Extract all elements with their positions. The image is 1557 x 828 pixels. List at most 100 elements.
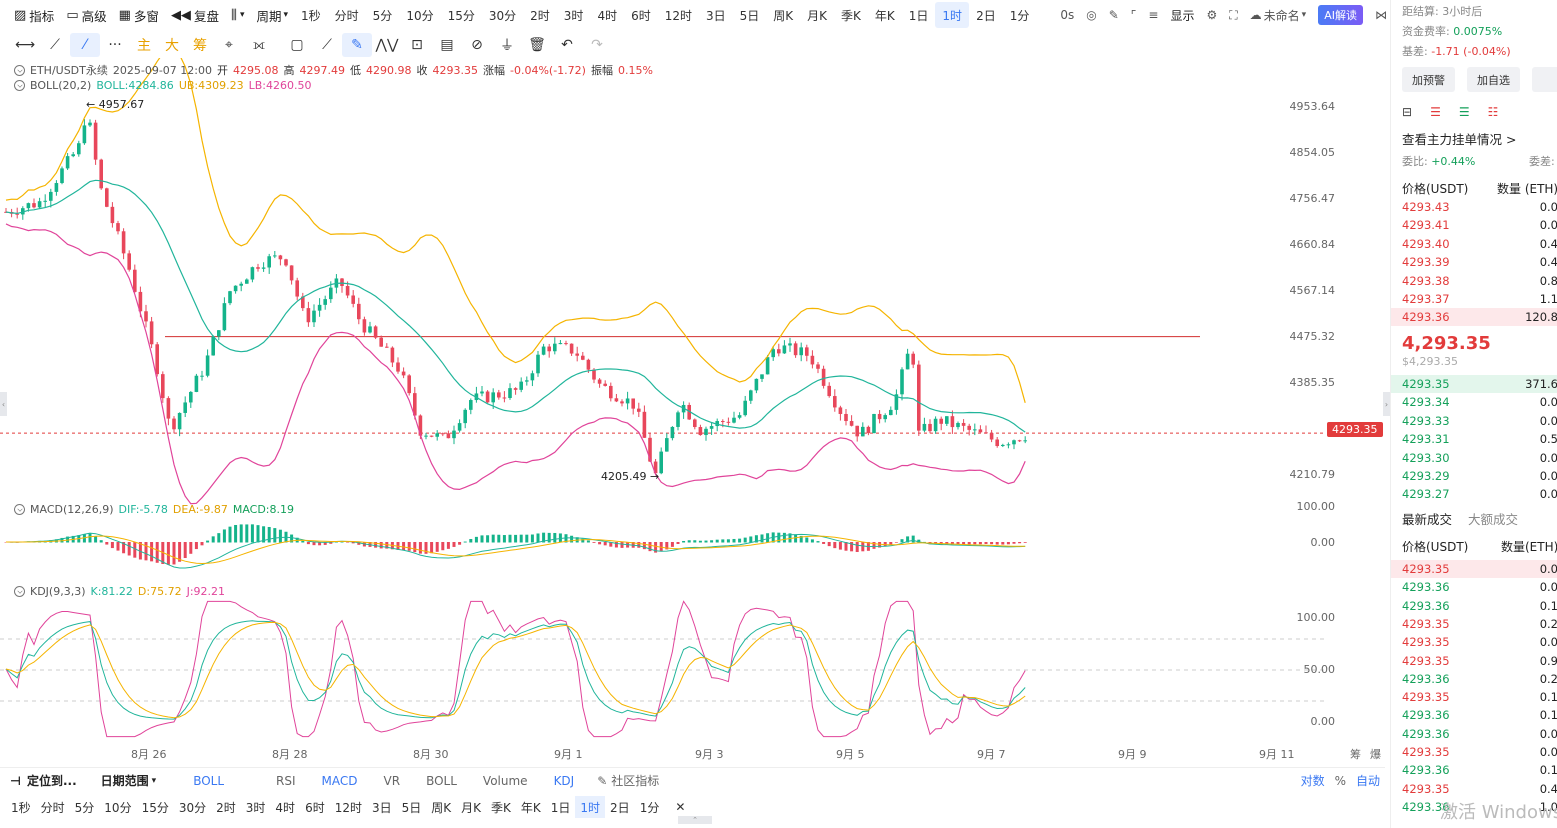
tab-large-trades[interactable]: 大额成交 [1468, 509, 1518, 528]
interval-9[interactable]: 6时 [624, 2, 658, 28]
bottom-interval-3[interactable]: 10分 [99, 796, 136, 818]
interval-1[interactable]: 分时 [328, 2, 366, 28]
tab-latest-trades[interactable]: 最新成交 [1402, 509, 1452, 528]
interval-2[interactable]: 5分 [366, 2, 400, 28]
eye-icon[interactable] [14, 586, 25, 597]
bottom-interval-14[interactable]: 月K [456, 796, 486, 818]
bids-row[interactable]: 4293.27 0.0 [1391, 485, 1557, 503]
bottom-interval-12[interactable]: 5日 [397, 796, 427, 818]
indicator-tab-1[interactable]: RSI [263, 774, 309, 788]
big-order-button[interactable]: 大 [158, 33, 186, 57]
highlighter-icon[interactable]: ✎ [342, 33, 372, 57]
interval-12[interactable]: 5日 [733, 2, 767, 28]
book-both-icon[interactable]: ⊟ [1402, 105, 1412, 119]
interval-14[interactable]: 月K [800, 2, 834, 28]
bottom-interval-2[interactable]: 5分 [70, 796, 100, 818]
interval-16[interactable]: 年K [868, 2, 902, 28]
crop-icon[interactable]: ⌜ [1125, 8, 1143, 22]
bids-row[interactable]: 4293.30 0.0 [1391, 449, 1557, 467]
main-orders-link[interactable]: 查看主力挂单情况 > [1402, 129, 1516, 148]
book-asks-icon[interactable]: ☰ [1430, 105, 1441, 119]
bottom-interval-9[interactable]: 6时 [300, 796, 330, 818]
add-watchlist-button[interactable]: 加自选 [1467, 67, 1520, 92]
asks-row[interactable]: 4293.39 0.4 [1391, 253, 1557, 271]
display-button[interactable]: 显示 [1164, 7, 1200, 24]
chart-type-button[interactable]: ⫼ ▾ [225, 2, 251, 28]
interval-18[interactable]: 1时 [935, 2, 970, 28]
lock-icon[interactable]: ⊡ [402, 33, 432, 57]
bids-row[interactable]: 4293.33 0.0 [1391, 412, 1557, 430]
settings-icon[interactable]: ⚙ [1200, 8, 1223, 22]
asks-row[interactable]: 4293.38 0.8 [1391, 272, 1557, 290]
bottom-interval-5[interactable]: 30分 [174, 796, 211, 818]
asks-row[interactable]: 4293.41 0.0 [1391, 216, 1557, 234]
interval-20[interactable]: 1分 [1003, 2, 1037, 28]
indicator-tab-0[interactable]: BOLL [180, 774, 237, 788]
bottom-interval-6[interactable]: 2时 [211, 796, 241, 818]
indicator-tab-2[interactable]: MACD [309, 774, 371, 788]
interval-7[interactable]: 3时 [557, 2, 591, 28]
bottom-interval-17[interactable]: 1日 [546, 796, 576, 818]
measure-icon[interactable]: ⟗ [244, 33, 274, 57]
bids-row[interactable]: 4293.31 0.5 [1391, 430, 1557, 448]
interval-15[interactable]: 季K [834, 2, 868, 28]
more-tools-icon[interactable]: ··· [100, 33, 130, 57]
bottom-interval-15[interactable]: 季K [486, 796, 516, 818]
eye-icon[interactable] [14, 504, 25, 515]
more-button[interactable] [1532, 67, 1557, 92]
bottom-collapse-handle[interactable]: ⌃ [678, 816, 712, 824]
magnet-icon[interactable]: ⌖ [214, 33, 244, 57]
eraser-icon[interactable]: ⊘ [462, 33, 492, 57]
chip-axis-label[interactable]: 筹 [1350, 746, 1361, 762]
bids-row[interactable]: 4293.35 371.6 [1391, 375, 1557, 393]
trend-line-icon[interactable]: ⁄ [70, 33, 100, 57]
asks-row[interactable]: 4293.40 0.4 [1391, 235, 1557, 253]
asks-row[interactable]: 4293.36 120.8 [1391, 308, 1557, 327]
bids-row[interactable]: 4293.29 0.0 [1391, 467, 1557, 485]
advanced-button[interactable]: ▭ 高级 [60, 2, 112, 28]
bottom-interval-4[interactable]: 15分 [137, 796, 174, 818]
community-indicators-button[interactable]: ✎ 社区指标 [587, 772, 669, 789]
layout-name-button[interactable]: ☁ 未命名 ▾ [1244, 7, 1313, 24]
close-icon[interactable]: ✕ [670, 796, 690, 818]
note-icon[interactable]: ▤ [432, 33, 462, 57]
bottom-interval-18[interactable]: 1时 [575, 796, 606, 818]
bottom-interval-11[interactable]: 3日 [367, 796, 397, 818]
eye-icon[interactable] [14, 64, 25, 76]
bottom-interval-19[interactable]: 2日 [605, 796, 635, 818]
interval-4[interactable]: 15分 [441, 2, 482, 28]
indicator-tab-4[interactable]: BOLL [413, 774, 470, 788]
ray-icon[interactable]: ⟋ [40, 33, 70, 57]
trash-icon[interactable]: 🗑 [522, 33, 552, 57]
interval-13[interactable]: 周K [766, 2, 800, 28]
book-list-icon[interactable]: ☷ [1488, 105, 1499, 119]
bottom-interval-0[interactable]: 1秒 [6, 796, 36, 818]
period-button[interactable]: 周期 ▾ [250, 2, 294, 28]
indicator-tab-6[interactable]: KDJ [541, 774, 588, 788]
locate-button[interactable]: ⊣ 定位到... [0, 772, 87, 789]
asks-row[interactable]: 4293.43 0.0 [1391, 198, 1557, 216]
horizontal-line-icon[interactable]: ⟷ [10, 33, 40, 57]
bottom-interval-8[interactable]: 4时 [270, 796, 300, 818]
bottom-interval-1[interactable]: 分时 [36, 796, 70, 818]
interval-10[interactable]: 12时 [658, 2, 699, 28]
interval-3[interactable]: 10分 [399, 2, 440, 28]
interval-19[interactable]: 2日 [969, 2, 1003, 28]
replay-button[interactable]: ◀◀ 复盘 [165, 2, 225, 28]
bottom-interval-10[interactable]: 12时 [330, 796, 367, 818]
interval-6[interactable]: 2时 [523, 2, 557, 28]
main-force-button[interactable]: 主 [130, 33, 158, 57]
asks-row[interactable]: 4293.37 1.1 [1391, 290, 1557, 308]
chart-canvas[interactable] [0, 58, 1385, 766]
log-scale-toggle[interactable]: 对数 [1296, 772, 1330, 789]
chip-button[interactable]: 筹 [186, 33, 214, 57]
interval-8[interactable]: 4时 [590, 2, 624, 28]
bottom-interval-7[interactable]: 3时 [241, 796, 271, 818]
interval-5[interactable]: 30分 [482, 2, 523, 28]
indicator-tab-3[interactable]: VR [371, 774, 414, 788]
interval-11[interactable]: 3日 [699, 2, 733, 28]
multi-window-button[interactable]: ▦ 多窗 [113, 2, 165, 28]
menu-icon[interactable]: ≡ [1142, 8, 1164, 22]
indicator-tab-5[interactable]: Volume [470, 774, 541, 788]
pattern-icon[interactable]: ⋀⋁ [372, 33, 402, 57]
